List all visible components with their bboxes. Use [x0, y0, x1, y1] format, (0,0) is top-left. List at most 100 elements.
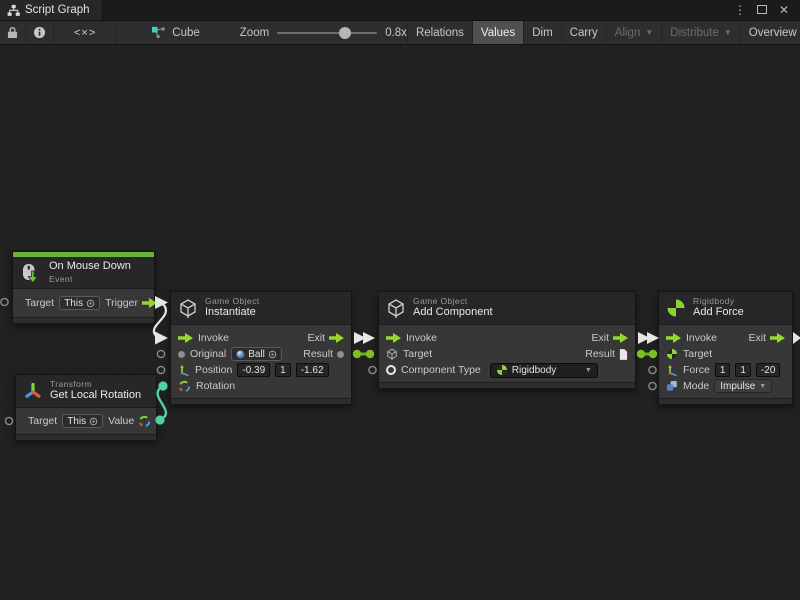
wire-exit-to-invoke-1[interactable] — [354, 332, 375, 344]
overview-button[interactable]: Overview — [741, 21, 800, 44]
node-footer — [171, 398, 351, 404]
port-row-invoke: Invoke Exit — [379, 330, 635, 346]
position-y-field[interactable]: 1 — [275, 363, 291, 377]
position-x-field[interactable]: -0.39 — [237, 363, 270, 377]
graph-breadcrumb[interactable]: Cube — [141, 21, 210, 44]
component-type-dropdown[interactable]: Rigidbody ▼ — [490, 363, 598, 378]
file-icon[interactable] — [619, 349, 628, 360]
tab-script-graph[interactable]: Script Graph — [0, 0, 103, 20]
node-footer — [659, 398, 792, 404]
relations-button[interactable]: Relations — [408, 21, 473, 44]
flow-arrow-icon[interactable] — [142, 298, 157, 308]
port-row: Target This Trigger — [13, 289, 154, 317]
target-object-field[interactable]: This — [59, 296, 100, 310]
port-label-trigger: Trigger — [105, 297, 138, 309]
values-button[interactable]: Values — [473, 21, 524, 44]
carry-button[interactable]: Carry — [562, 21, 607, 44]
script-graph-window: Script Graph ⋮ ✕ <×> Cube Zoom 0.8x — [0, 0, 800, 600]
flow-arrow-icon[interactable] — [178, 333, 193, 343]
maximize-icon[interactable] — [754, 3, 770, 17]
position-icon[interactable] — [178, 364, 190, 376]
chevron-down-icon: ▼ — [645, 28, 653, 37]
lock-button[interactable] — [0, 21, 26, 44]
zoom-control: Zoom 0.8x — [240, 21, 407, 44]
port-label-target: Target — [28, 415, 57, 427]
type-port-icon[interactable] — [386, 365, 396, 375]
dim-button[interactable]: Dim — [524, 21, 561, 44]
node-add-component[interactable]: Game Object Add Component Invoke Exit Ta… — [378, 291, 636, 389]
close-icon[interactable]: ✕ — [776, 3, 792, 17]
wire-value-to-rotation[interactable] — [155, 381, 167, 424]
code-icon: <×> — [74, 27, 96, 39]
graph-toolbar: <×> Cube Zoom 0.8x Relations Values Dim … — [0, 20, 800, 45]
game-object-icon — [386, 298, 406, 318]
force-z-field[interactable]: -20 — [756, 363, 780, 377]
port-row-component-type: Component Type Rigidbody ▼ — [379, 362, 635, 378]
more-menu-icon[interactable]: ⋮ — [732, 3, 748, 17]
graph-name-label: Cube — [172, 27, 200, 39]
node-footer — [13, 317, 154, 323]
zoom-label: Zoom — [240, 27, 269, 39]
node-title: On Mouse Down — [49, 260, 131, 274]
graph-canvas[interactable]: On Mouse Down Event Target This Trigger — [0, 45, 800, 600]
flow-arrow-icon[interactable] — [613, 333, 628, 343]
value-port-icon[interactable] — [178, 351, 185, 358]
wire-result-to-target-1[interactable] — [353, 350, 374, 358]
object-picker-icon[interactable] — [86, 299, 95, 308]
flow-arrow-icon[interactable] — [666, 333, 681, 343]
sphere-icon — [236, 350, 245, 359]
node-add-force[interactable]: Rigidbody Add Force Invoke Exit Target — [658, 291, 793, 405]
node-header[interactable]: Game Object Add Component — [379, 292, 635, 325]
tab-title: Script Graph — [25, 4, 90, 16]
object-picker-icon[interactable] — [268, 350, 277, 359]
target-object-field[interactable]: This — [62, 414, 103, 428]
node-header[interactable]: On Mouse Down Event — [13, 257, 154, 289]
info-icon — [33, 26, 46, 39]
flow-arrow-icon[interactable] — [386, 333, 401, 343]
node-header[interactable]: Game Object Instantiate — [171, 292, 351, 325]
flow-arrow-icon[interactable] — [329, 333, 344, 343]
port-row-invoke: Invoke Exit — [659, 330, 792, 346]
info-button[interactable] — [26, 21, 54, 44]
original-object-field[interactable]: Ball — [231, 347, 282, 361]
node-footer — [16, 434, 156, 440]
port-row-invoke: Invoke Exit — [171, 330, 351, 346]
object-picker-icon[interactable] — [89, 417, 98, 426]
node-instantiate[interactable]: Game Object Instantiate Invoke Exit Orig… — [170, 291, 352, 405]
force-y-field[interactable]: 1 — [735, 363, 751, 377]
port-row-mode: Mode Impulse ▼ — [659, 378, 792, 394]
node-subtitle: Game Object — [205, 296, 259, 307]
code-view-button[interactable]: <×> — [54, 21, 117, 44]
wire-exit-to-invoke-2[interactable] — [638, 332, 659, 344]
force-x-field[interactable]: 1 — [715, 363, 731, 377]
port-row-original: Original Ball Result — [171, 346, 351, 362]
position-icon[interactable] — [666, 364, 678, 376]
game-object-icon — [386, 348, 398, 360]
node-get-local-rotation[interactable]: Transform Get Local Rotation Target This… — [15, 374, 157, 441]
node-title: Instantiate — [205, 306, 259, 320]
node-subtitle: Game Object — [413, 296, 493, 307]
node-header[interactable]: Transform Get Local Rotation — [16, 375, 156, 408]
port-label-value: Value — [108, 415, 134, 427]
mode-dropdown[interactable]: Impulse ▼ — [714, 379, 772, 393]
rigidbody-icon — [666, 348, 678, 360]
node-header[interactable]: Rigidbody Add Force — [659, 292, 792, 325]
rotation-icon[interactable] — [138, 415, 151, 428]
wire-result-to-target-2[interactable] — [637, 350, 657, 358]
position-z-field[interactable]: -1.62 — [296, 363, 329, 377]
node-on-mouse-down[interactable]: On Mouse Down Event Target This Trigger — [12, 251, 155, 324]
wire-exit-offscreen[interactable] — [793, 332, 800, 344]
zoom-slider-handle[interactable] — [339, 27, 351, 39]
flow-arrow-icon[interactable] — [770, 333, 785, 343]
port-row-target: Target — [659, 346, 792, 362]
node-title: Get Local Rotation — [50, 389, 141, 403]
align-button[interactable]: Align▼ — [607, 21, 663, 44]
rotation-icon[interactable] — [178, 380, 191, 393]
node-footer — [379, 382, 635, 388]
distribute-button[interactable]: Distribute▼ — [662, 21, 741, 44]
port-row: Target This Value — [16, 408, 156, 434]
value-port-icon[interactable] — [337, 351, 344, 358]
port-row-position: Position -0.39 1 -1.62 — [171, 362, 351, 378]
graph-icon — [7, 4, 20, 17]
zoom-slider[interactable] — [277, 32, 377, 34]
